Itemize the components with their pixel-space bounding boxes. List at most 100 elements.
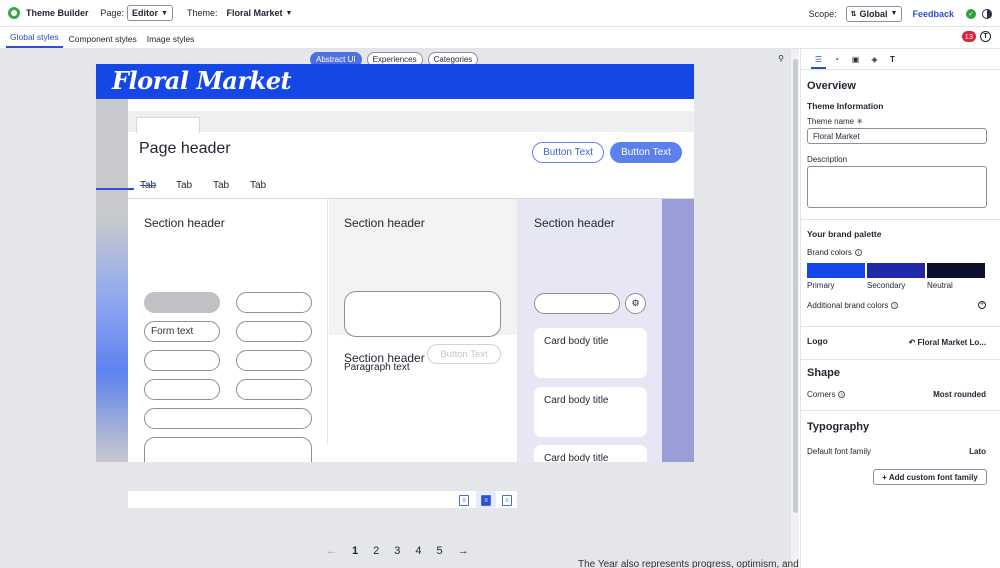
document-icon-selected[interactable]: ≡ — [481, 495, 491, 506]
add-color-icon[interactable]: + — [978, 301, 986, 309]
scope-select-value: Global — [859, 8, 888, 19]
tab-image-styles[interactable]: Image styles — [143, 34, 199, 48]
info-icon[interactable]: i — [891, 302, 899, 310]
filter-icon[interactable]: ⚙ — [625, 293, 646, 314]
brand-banner: Floral Market — [96, 64, 694, 99]
form-field-wide[interactable] — [144, 408, 312, 429]
theme-name-input[interactable]: Floral Market — [807, 128, 987, 144]
tab-global-styles[interactable]: Global styles — [6, 32, 63, 48]
preview-tabs: Tab Tab Tab Tab — [128, 180, 694, 199]
divider — [801, 326, 1000, 327]
image-icon[interactable]: ▣ — [850, 54, 861, 65]
chevron-down-icon: ▼ — [890, 10, 898, 17]
theme-select-value: Floral Market — [226, 8, 283, 18]
preview-tab[interactable]: Tab — [213, 180, 229, 191]
page-label: Page: — [100, 8, 125, 18]
divider — [801, 219, 1000, 220]
swatch-primary[interactable] — [807, 263, 865, 278]
document-icon[interactable]: ≡ — [459, 495, 469, 506]
swatch-secondary[interactable] — [867, 263, 925, 278]
info-icon[interactable]: i — [838, 391, 846, 399]
page-2[interactable]: 2 — [373, 545, 379, 557]
page-4[interactable]: 4 — [415, 545, 421, 557]
swatch-neutral[interactable] — [927, 263, 985, 278]
pin-icon[interactable]: ⚲ — [778, 54, 784, 63]
preview-page-header: Page header — [139, 140, 231, 157]
form-field[interactable] — [144, 379, 220, 400]
check-status-icon[interactable]: ✓ — [966, 8, 976, 19]
preview-tab[interactable]: Tab — [140, 180, 156, 191]
preview-tab[interactable]: Tab — [176, 180, 192, 191]
document-icon[interactable]: ≡ — [502, 495, 512, 506]
preview-card[interactable]: Card body title — [534, 328, 647, 378]
accessibility-icon[interactable]: T — [980, 31, 991, 42]
preview-tab[interactable]: Tab — [250, 180, 266, 191]
shapes-icon[interactable]: ◈ — [869, 54, 880, 65]
scope-select[interactable]: ⇅ Global ▼ — [845, 5, 903, 22]
section-header: Section header — [344, 216, 425, 230]
brand-palette-heading: Your brand palette — [807, 229, 882, 239]
scrollbar-thumb[interactable] — [793, 59, 798, 513]
top-bar: Theme Builder Page: Editor ▼ Theme: Flora… — [0, 0, 1000, 27]
list-icon[interactable]: ☰ — [813, 54, 824, 65]
info-icon[interactable]: i — [854, 249, 862, 257]
feedback-link[interactable]: Feedback — [912, 9, 954, 19]
brand-logo-text: Floral Market — [112, 66, 292, 95]
scope-label: Scope: — [808, 8, 837, 19]
preview-card[interactable]: Card body title — [534, 387, 647, 437]
side-strip — [96, 99, 128, 462]
preview-primary-button[interactable]: Button Text — [610, 142, 682, 163]
section-header: Section header — [144, 216, 225, 230]
additional-colors-label: Additional brand colors i — [807, 301, 899, 310]
form-field[interactable] — [144, 350, 220, 371]
add-font-button[interactable]: + Add custom font family — [873, 469, 987, 485]
page-3[interactable]: 3 — [394, 545, 400, 557]
preview-card[interactable]: Card body title — [534, 445, 647, 462]
page-5[interactable]: 5 — [437, 545, 443, 557]
contrast-icon[interactable] — [982, 8, 992, 19]
notification-badge[interactable]: 13 — [961, 31, 976, 42]
palette-icon[interactable]: ◔ — [831, 54, 842, 65]
description-input[interactable] — [807, 166, 987, 208]
form-field[interactable]: Form text — [144, 321, 220, 342]
form-textarea[interactable] — [144, 437, 312, 462]
logo-value-text: Floral Market Lo... — [917, 338, 986, 347]
form-field[interactable] — [236, 379, 312, 400]
page-select[interactable]: Editor ▼ — [127, 5, 173, 21]
tab-component-styles[interactable]: Component styles — [65, 34, 141, 48]
prev-arrow-icon[interactable]: ← — [326, 545, 337, 557]
card-title: Card body title — [544, 395, 609, 406]
topbar-actions: Scope: ⇅ Global ▼ Feedback ✓ — [809, 0, 992, 27]
typography-icon[interactable]: T — [887, 54, 898, 65]
page-1[interactable]: 1 — [352, 545, 358, 557]
shape-title: Shape — [807, 367, 841, 379]
preview-textarea[interactable] — [344, 291, 501, 337]
brand-colors-text: Brand colors — [807, 248, 852, 257]
form-field[interactable] — [236, 321, 312, 342]
divider — [801, 359, 1000, 360]
corners-label: Corners i — [807, 390, 846, 399]
theme-select[interactable]: Floral Market ▼ — [221, 8, 293, 18]
divider — [801, 410, 1000, 411]
corners-value[interactable]: Most rounded — [933, 390, 986, 399]
preview-secondary-button[interactable]: Button Text — [532, 142, 604, 163]
font-family-value[interactable]: Lato — [969, 447, 986, 456]
form-field[interactable] — [236, 350, 312, 371]
swatch-neutral-label: Neutral — [927, 281, 953, 290]
logo-value[interactable]: ↶ Floral Market Lo... — [909, 338, 986, 347]
section-header: Section header — [534, 216, 615, 230]
overview-title: Overview — [807, 80, 856, 92]
theme-name-label: Theme name ✳ — [807, 117, 864, 126]
accent-strip — [662, 199, 694, 462]
preview-search-field[interactable] — [534, 293, 620, 314]
chevron-down-icon: ▼ — [161, 9, 168, 17]
page-select-value: Editor — [132, 8, 159, 18]
additional-colors-text: Additional brand colors — [807, 301, 889, 310]
active-panel-tab-indicator — [811, 67, 826, 69]
next-arrow-icon[interactable]: → — [458, 545, 469, 557]
form-field[interactable] — [236, 292, 312, 313]
filled-field[interactable] — [144, 292, 220, 313]
canvas-scrollbar[interactable] — [790, 49, 799, 568]
panel-toolbar: ☰ ◔ ▣ ◈ T — [801, 49, 1000, 70]
undo-icon: ↶ — [908, 338, 918, 347]
